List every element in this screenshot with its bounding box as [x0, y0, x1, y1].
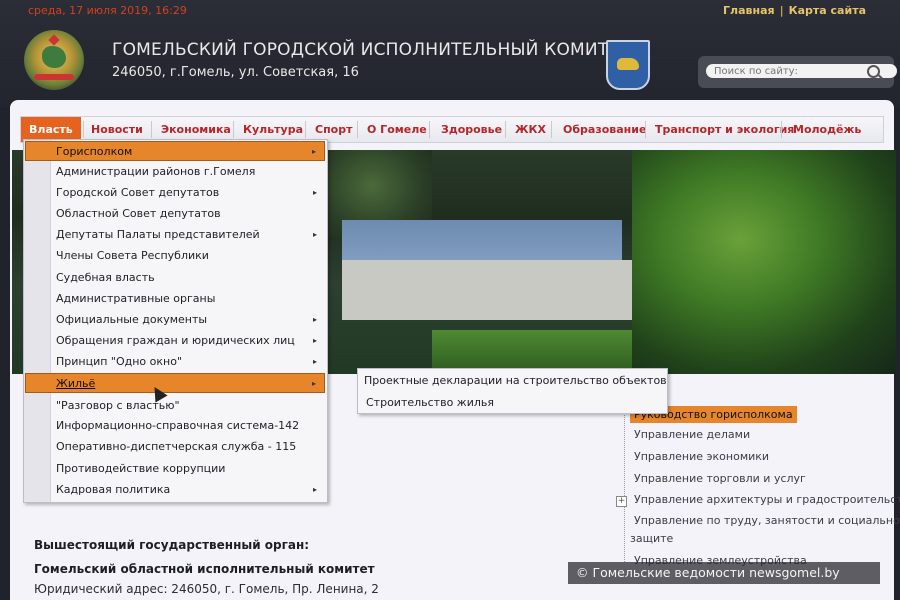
sidebar-item-affairs[interactable]: Управление делами [634, 428, 750, 441]
menu-item-info-system-142[interactable]: Информационно-справочная система-142 [25, 416, 325, 436]
submenu-item-project-declarations[interactable]: Проектные декларации на строительство об… [364, 374, 667, 387]
nav-separator [505, 121, 506, 138]
nav-separator [233, 121, 234, 138]
menu-item-label: Оперативно-диспетчерская служба - 115 [56, 440, 297, 453]
menu-item-city-council[interactable]: Городской Совет депутатов ▸ [25, 183, 325, 203]
nav-separator [357, 121, 358, 138]
sitemap-link[interactable]: Карта сайта [789, 4, 866, 17]
menu-item-label: Администрации районов г.Гомеля [56, 165, 256, 178]
site-address: 246050, г.Гомель, ул. Советская, 16 [112, 65, 359, 80]
superior-body-address: Юридический адрес: 246050, г. Гомель, Пр… [34, 582, 379, 596]
submenu-arrow-icon: ▸ [311, 147, 316, 156]
menu-item-label: Информационно-справочная система-142 [56, 419, 300, 432]
submenu-arrow-icon: ▸ [312, 230, 317, 239]
menu-item-label: Областной Совет депутатов [56, 207, 221, 220]
belarus-emblem-icon[interactable] [24, 30, 84, 90]
menu-item-label: Жильё [56, 377, 96, 390]
menu-item-one-window[interactable]: Принцип "Одно окно" ▸ [25, 352, 325, 372]
nav-separator [551, 121, 552, 138]
sidebar-item-trade[interactable]: Управление торговли и услуг [634, 472, 806, 485]
menu-item-gorispolkom[interactable]: Горисполком ▸ [25, 141, 325, 161]
sidebar-item-labor-cont[interactable]: защите [630, 532, 673, 545]
nav-item-education[interactable]: Образование [563, 117, 646, 142]
menu-item-label: Противодействие коррупции [56, 462, 226, 475]
expand-plus-icon[interactable]: + [616, 496, 627, 507]
menu-item-label: Члены Совета Республики [56, 249, 209, 262]
menu-item-regional-council[interactable]: Областной Совет депутатов [25, 204, 325, 224]
nav-separator [429, 121, 430, 138]
menu-item-district-admins[interactable]: Администрации районов г.Гомеля [25, 162, 325, 182]
search-box [698, 56, 897, 88]
nav-item-youth[interactable]: Молодёжь [793, 117, 861, 142]
current-datetime: среда, 17 июля 2019, 16:29 [28, 4, 187, 17]
menu-item-label: Депутаты Палаты представителей [56, 228, 260, 241]
nav-separator [645, 121, 646, 138]
menu-item-dispatch-115[interactable]: Оперативно-диспетчерская служба - 115 [25, 437, 325, 457]
nav-separator [781, 121, 782, 138]
menu-item-talk-with-authorities[interactable]: "Разговор с властью" [25, 396, 325, 416]
submenu-arrow-icon: ▸ [312, 315, 317, 324]
menu-item-admin-bodies[interactable]: Административные органы [25, 289, 325, 309]
superior-body-heading: Вышестоящий государственный орган: [34, 538, 310, 552]
top-links: Главная | Карта сайта [723, 4, 866, 17]
nav-item-housing-utilities[interactable]: ЖКХ [515, 117, 546, 142]
menu-item-appeals[interactable]: Обращения граждан и юридических лиц ▸ [25, 331, 325, 351]
submenu-arrow-icon: ▸ [312, 357, 317, 366]
menu-item-official-docs[interactable]: Официальные документы ▸ [25, 310, 325, 330]
tree-line [624, 412, 626, 562]
nav-separator [83, 121, 84, 138]
nav-item-about-gomel[interactable]: О Гомеле [367, 117, 427, 142]
menu-item-label: Административные органы [56, 292, 216, 305]
menu-item-deputies[interactable]: Депутаты Палаты представителей ▸ [25, 225, 325, 245]
menu-item-label: Кадровая политика [56, 483, 171, 496]
submenu-arrow-icon: ▸ [312, 485, 317, 494]
vlast-dropdown-menu: Горисполком ▸ Администрации районов г.Го… [23, 139, 328, 503]
submenu-arrow-icon: ▸ [312, 336, 317, 345]
submenu-item-housing-construction[interactable]: Строительство жилья [366, 396, 494, 409]
menu-item-judicial[interactable]: Судебная власть [25, 268, 325, 288]
site-title: ГОМЕЛЬСКИЙ ГОРОДСКОЙ ИСПОЛНИТЕЛЬНЫЙ КОМИ… [112, 40, 630, 60]
sidebar-item-labor[interactable]: Управление по труду, занятости и социаль… [634, 514, 900, 527]
menu-item-anti-corruption[interactable]: Противодействие коррупции [25, 459, 325, 479]
nav-item-health[interactable]: Здоровье [441, 117, 502, 142]
menu-item-label: Горисполком [56, 145, 133, 158]
photo-watermark: © Гомельские ведомости newsgomel.by [568, 562, 880, 584]
submenu-arrow-icon: ▸ [311, 379, 316, 388]
menu-item-hr-policy[interactable]: Кадровая политика ▸ [25, 480, 325, 500]
nav-separator [151, 121, 152, 138]
nav-separator [305, 121, 306, 138]
gomel-coat-of-arms-icon [606, 40, 650, 90]
housing-submenu: Проектные декларации на строительство об… [357, 368, 668, 414]
site-header: среда, 17 июля 2019, 16:29 Главная | Карта… [0, 0, 900, 108]
menu-item-label: Городской Совет депутатов [56, 186, 220, 199]
sidebar-item-economy[interactable]: Управление экономики [634, 450, 769, 463]
search-icon[interactable] [867, 65, 880, 78]
home-link[interactable]: Главная [723, 4, 775, 17]
sidebar-item-architecture[interactable]: Управление архитектуры и градостроительс… [634, 493, 900, 506]
menu-item-council-members[interactable]: Члены Совета Республики [25, 246, 325, 266]
nav-item-transport-ecology[interactable]: Транспорт и экология [655, 117, 794, 142]
menu-item-housing[interactable]: Жильё ▸ [25, 373, 325, 393]
submenu-arrow-icon: ▸ [312, 188, 317, 197]
menu-item-label: Судебная власть [56, 271, 155, 284]
menu-item-label: Официальные документы [56, 313, 208, 326]
menu-item-label: Обращения граждан и юридических лиц [56, 334, 295, 347]
link-separator: | [779, 4, 784, 17]
menu-item-label: Принцип "Одно окно" [56, 355, 183, 368]
superior-body-name: Гомельский областной исполнительный коми… [34, 562, 375, 576]
